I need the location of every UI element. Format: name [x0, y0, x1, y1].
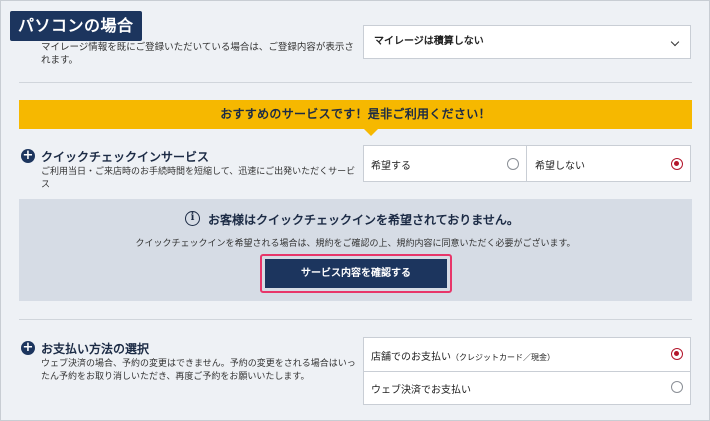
plus-circle-icon: +: [21, 340, 35, 355]
banner-notch: [364, 129, 378, 136]
quick-checkin-yes-label[interactable]: 希望する: [371, 157, 411, 172]
quick-checkin-no-radio[interactable]: [671, 158, 683, 170]
notice-title: お客様はクイックチェックインを希望されておりません。: [208, 213, 519, 227]
quick-checkin-no-label[interactable]: 希望しない: [535, 157, 585, 172]
mileage-select-value: マイレージは積算しない: [374, 36, 484, 47]
pay-web-label[interactable]: ウェブ決済でお支払い: [371, 381, 471, 396]
quick-checkin-yes-radio[interactable]: [507, 158, 519, 170]
notice-description: クイックチェックインを希望される場合は、規約をご確認の上、規約内容に同意いただく…: [135, 239, 576, 249]
plus-circle-icon: +: [21, 148, 35, 163]
quick-checkin-title: クイックチェックインサービス: [41, 150, 210, 164]
quick-checkin-options: [363, 145, 691, 182]
quick-checkin-description: ご利用当日・ご来店時のお手続時間を短縮して、迅速にご出発いただくサービス: [41, 167, 356, 190]
option-divider: [526, 145, 527, 182]
pay-in-store-note: （クレジットカード／現金）: [451, 353, 555, 362]
recommend-banner-text: おすすめのサービスです！是非ご利用ください！: [220, 107, 491, 121]
payment-description: ウェブ決済の場合、予約の変更はできません。予約の変更をされる場合はいったん予約を…: [41, 359, 356, 382]
mileage-select[interactable]: マイレージは積算しない: [363, 25, 691, 59]
pay-web-radio[interactable]: [671, 381, 683, 393]
mileage-description: マイレージ情報を既にご登録いただいている場合は、ご登録内容が表示されます。: [41, 42, 354, 66]
pay-in-store-radio[interactable]: [671, 348, 683, 360]
info-icon: i: [185, 211, 200, 226]
recommend-banner: おすすめのサービスです！是非ご利用ください！: [19, 100, 692, 136]
pay-in-store-text: 店舗でのお支払い: [371, 352, 451, 363]
payment-title: お支払い方法の選択: [41, 342, 150, 356]
confirm-service-button[interactable]: サービス内容を確認する: [265, 259, 447, 288]
section-tag: パソコンの場合: [10, 11, 142, 41]
option-divider: [363, 371, 691, 372]
chevron-down-icon: [670, 37, 680, 47]
pay-in-store-label[interactable]: 店舗でのお支払い（クレジットカード／現金）: [371, 348, 555, 363]
page-frame: パソコンの場合 マイレージ情報を既にご登録いただいている場合は、ご登録内容が表示…: [0, 0, 710, 421]
divider: [19, 82, 692, 83]
divider: [19, 319, 692, 320]
